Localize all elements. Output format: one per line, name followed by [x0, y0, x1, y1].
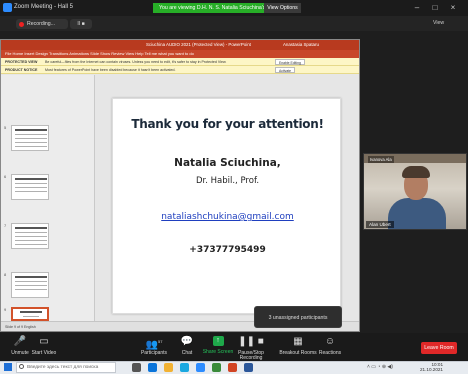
participant-body [388, 198, 446, 229]
title-bar: Zoom Meeting - Hall 5 You are viewing D.… [0, 0, 468, 16]
enable-editing-button[interactable]: Enable Editing [275, 59, 305, 65]
camera-off-icon: ▭ [39, 336, 49, 347]
slide-author-title: Dr. Habil., Prof. [195, 176, 260, 186]
word-taskbar-icon[interactable] [244, 363, 253, 372]
chrome-icon[interactable] [212, 363, 221, 372]
slide-thumbnail-selected[interactable] [11, 307, 49, 321]
thumb-number: 5 [4, 125, 7, 130]
file-explorer-icon[interactable] [164, 363, 173, 372]
edge-icon[interactable] [148, 363, 157, 372]
slide-thumbnail[interactable] [11, 174, 49, 200]
ppt-status-text: Slide 9 of 9 English [5, 325, 36, 329]
warn-text: Be careful—files from the Internet can c… [45, 60, 227, 64]
zoom-taskbar-icon[interactable] [196, 363, 205, 372]
pause-stop-recording-button[interactable]: ❚❚ ■ Pause/Stop Recording [228, 336, 274, 361]
zoom-logo-icon [3, 3, 12, 12]
shared-powerpoint-window: Sciuchina AUDIO 2021 (Protected View) - … [0, 39, 360, 332]
system-tray-icons[interactable]: ˄ ▭ ◔ ⊕ ◀) [367, 364, 393, 370]
recording-controls[interactable]: II ■ [70, 19, 92, 29]
participant-name-label: Alan Ubert [366, 221, 394, 228]
leave-room-button[interactable]: Leave Room [421, 342, 457, 354]
participants-label: Participants [140, 350, 168, 356]
slide-phone: +37377795499 [189, 245, 266, 255]
notice-text: Most features of PowerPoint have been di… [45, 68, 176, 72]
slide-author-name: Natalia Sciuchina, [174, 157, 281, 169]
participant-hair [402, 166, 430, 178]
slide-thumbnail[interactable] [11, 125, 49, 151]
activate-button[interactable]: Activate [275, 67, 296, 73]
ppt-user: Anastasia Spataru [283, 42, 319, 47]
slide-thumbnail[interactable] [11, 272, 49, 298]
reactions-button[interactable]: ☺ Reactions [310, 336, 350, 356]
protected-view-bar: PROTECTED VIEW Be careful—files from the… [1, 58, 359, 66]
current-slide: Thank you for your attention! Natalia Sc… [112, 98, 341, 314]
close-icon[interactable]: × [446, 2, 460, 14]
ppt-ribbon-tabs[interactable]: File Home Insert Design Transitions Anim… [1, 50, 359, 58]
window-title: Zoom Meeting - Hall 5 [14, 4, 74, 10]
taskbar-clock[interactable]: 10:01 21.10.2021 [420, 362, 443, 372]
slide-email-link[interactable]: nataliashchukina@gmail.com [113, 212, 342, 222]
participant-video-tile[interactable]: Ivanova Ala Alan Ubert [363, 153, 467, 230]
thumb-number: 8 [4, 272, 7, 277]
minimize-icon[interactable]: – [410, 2, 424, 14]
start-video-button[interactable]: ▭ Start Video [24, 336, 64, 356]
thumb-number: 9 [4, 307, 7, 312]
search-icon [19, 364, 24, 369]
unassigned-participants-toast[interactable]: 3 unassigned participants [254, 306, 342, 328]
participants-count: 57 [158, 339, 163, 344]
zoom-window: Zoom Meeting - Hall 5 You are viewing D.… [0, 0, 468, 374]
ppt-title-bar: Sciuchina AUDIO 2021 (Protected View) - … [1, 40, 359, 50]
taskbar-search-box[interactable]: Введите здесь текст для поиска [16, 362, 116, 373]
clock-date: 21.10.2021 [420, 367, 443, 372]
participant-speaker-label: Ivanova Ala [368, 156, 394, 163]
view-options-button[interactable]: View Options [264, 3, 301, 13]
view-button[interactable]: View [433, 20, 444, 26]
slide-thumbnail-pane: 5 6 7 8 9 [1, 75, 95, 321]
chat-label: Chat [181, 350, 193, 356]
windows-start-icon[interactable] [4, 363, 12, 371]
store-icon[interactable] [180, 363, 189, 372]
recording-dot-icon [19, 22, 24, 27]
reactions-label: Reactions [318, 350, 342, 356]
notice-heading: PRODUCT NOTICE [5, 68, 38, 72]
product-notice-bar: PRODUCT NOTICE Most features of PowerPoi… [1, 66, 359, 74]
start-video-label: Start Video [31, 350, 57, 356]
pause-stop-icon: ❚❚ ■ [238, 336, 264, 347]
powerpoint-taskbar-icon[interactable] [228, 363, 237, 372]
maximize-icon[interactable]: □ [428, 2, 442, 14]
thumb-number: 7 [4, 223, 7, 228]
slide-heading: Thank you for your attention! [131, 117, 324, 131]
pause-stop-label: Pause/Stop Recording [238, 350, 264, 361]
ppt-doc-title: Sciuchina AUDIO 2021 (Protected View) - … [146, 42, 251, 47]
thumb-number: 6 [4, 174, 7, 179]
reactions-icon: ☺ [324, 336, 336, 347]
task-view-icon[interactable] [132, 363, 141, 372]
warn-heading: PROTECTED VIEW [5, 60, 38, 64]
share-screen-icon: ↑ [212, 336, 224, 346]
slide-thumbnail[interactable] [11, 223, 49, 249]
